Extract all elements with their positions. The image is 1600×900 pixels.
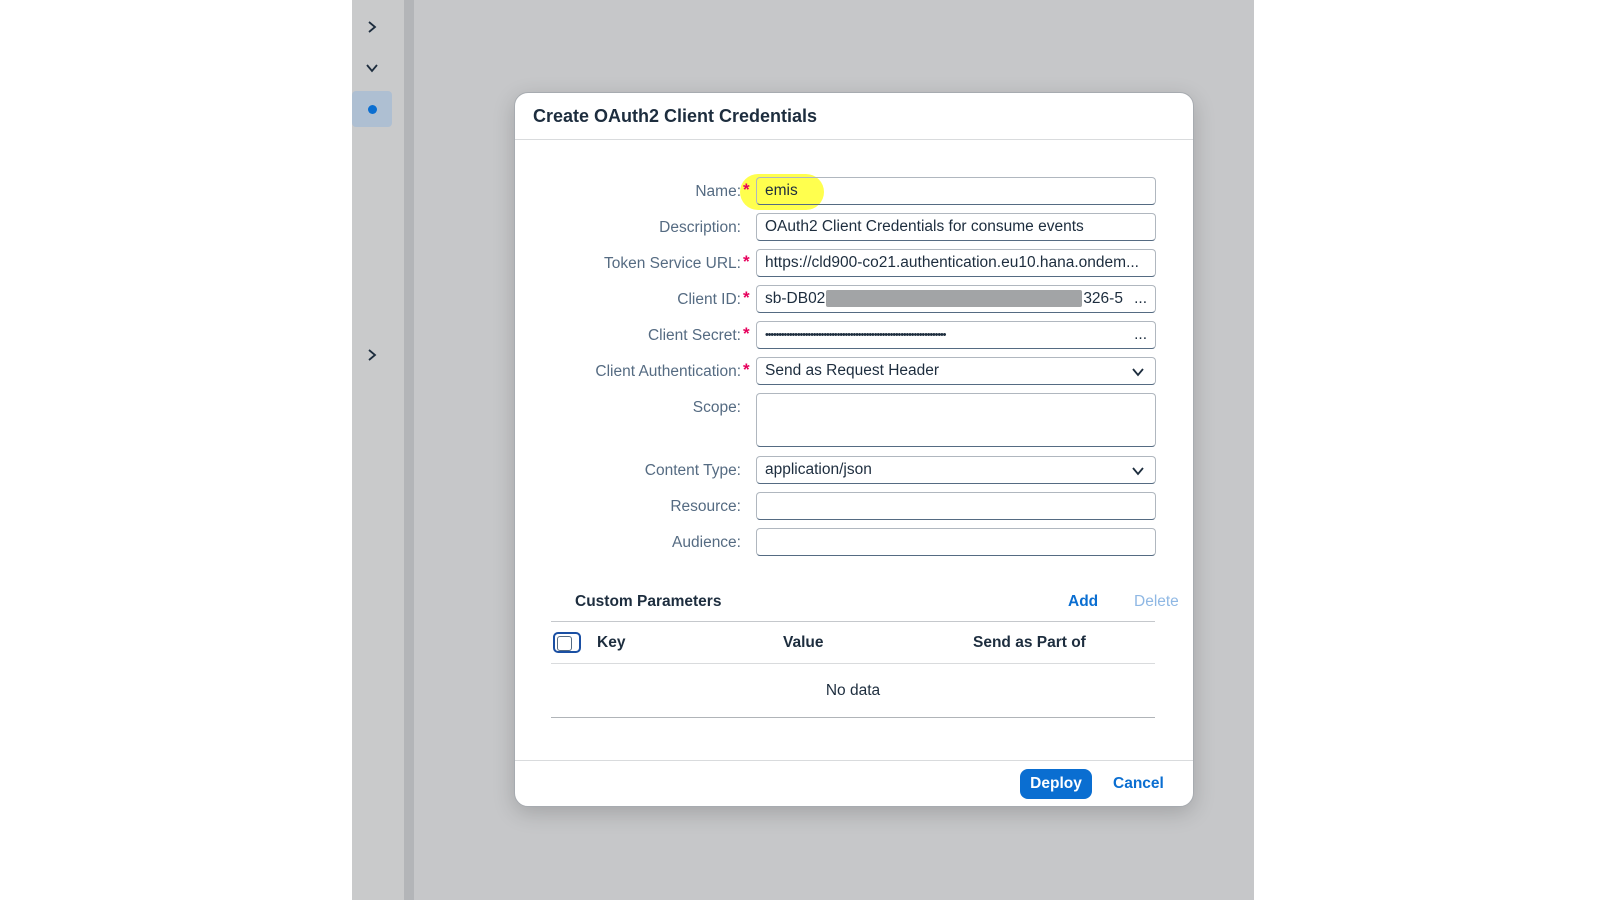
client-auth-select[interactable]: Send as Request Header xyxy=(756,357,1156,385)
resource-label: Resource: xyxy=(670,498,741,515)
dialog-header: Create OAuth2 Client Credentials xyxy=(515,93,1193,140)
audience-label: Audience: xyxy=(672,534,741,551)
required-marker: * xyxy=(743,252,750,271)
select-all-checkbox[interactable] xyxy=(553,632,581,653)
scope-textarea[interactable] xyxy=(756,393,1156,447)
client-secret-row: Client Secret: * •••••••••••••••••••••••… xyxy=(515,321,1193,351)
client-auth-row: Client Authentication: * Send as Request… xyxy=(515,357,1193,387)
token-url-label: Token Service URL: xyxy=(604,255,741,272)
required-marker: * xyxy=(743,180,750,199)
client-secret-input[interactable]: ••••••••••••••••••••••••••••••••••••••••… xyxy=(756,321,1156,349)
token-url-row: Token Service URL: * https://cld900-co21… xyxy=(515,249,1193,279)
dialog-footer: Deploy Cancel xyxy=(515,760,1193,806)
side-navigation-rail xyxy=(352,0,404,900)
audience-row: Audience: xyxy=(515,528,1193,558)
active-dot-icon xyxy=(367,104,377,114)
audience-input[interactable] xyxy=(756,528,1156,556)
delete-button[interactable]: Delete xyxy=(1134,593,1179,611)
client-auth-label: Client Authentication: xyxy=(595,363,741,380)
resource-input[interactable] xyxy=(756,492,1156,520)
client-id-value: sb-DB02 326-5 xyxy=(765,290,1134,308)
name-row: Name: * emis xyxy=(515,174,1193,210)
create-oauth2-dialog: Create OAuth2 Client Credentials Name: *… xyxy=(514,92,1194,807)
column-header-key[interactable]: Key xyxy=(597,634,625,652)
deploy-button[interactable]: Deploy xyxy=(1020,769,1092,799)
dialog-title: Create OAuth2 Client Credentials xyxy=(533,105,818,126)
add-button[interactable]: Add xyxy=(1068,593,1098,611)
token-url-value: https://cld900-co21.authentication.eu10.… xyxy=(765,254,1139,271)
description-input[interactable]: OAuth2 Client Credentials for consume ev… xyxy=(756,213,1156,241)
client-id-row: Client ID: * sb-DB02 326-5 ... xyxy=(515,285,1193,315)
chevron-down-icon[interactable] xyxy=(1131,464,1145,478)
required-marker: * xyxy=(743,324,750,343)
scope-label: Scope: xyxy=(692,399,741,416)
client-id-more: ... xyxy=(1134,290,1147,307)
custom-parameters-toolbar: Custom Parameters Add Delete xyxy=(551,585,1179,622)
content-type-value: application/json xyxy=(765,461,872,478)
collapse-chevron-down-icon[interactable] xyxy=(352,50,392,86)
resource-row: Resource: xyxy=(515,492,1193,522)
description-value: OAuth2 Client Credentials for consume ev… xyxy=(765,218,1084,235)
token-url-input[interactable]: https://cld900-co21.authentication.eu10.… xyxy=(756,249,1156,277)
rail-divider xyxy=(404,0,414,900)
content-type-select[interactable]: application/json xyxy=(756,456,1156,484)
client-secret-value: ••••••••••••••••••••••••••••••••••••••••… xyxy=(765,329,946,341)
table-header: Key Value Send as Part of xyxy=(551,623,1155,664)
cancel-button[interactable]: Cancel xyxy=(1113,769,1164,799)
client-auth-value: Send as Request Header xyxy=(765,362,940,379)
required-marker: * xyxy=(743,360,750,379)
name-input[interactable]: emis xyxy=(756,177,1156,205)
column-header-value[interactable]: Value xyxy=(783,634,824,652)
scope-row: Scope: xyxy=(515,393,1193,451)
empty-table-message: No data xyxy=(551,665,1155,718)
client-secret-label: Client Secret: xyxy=(647,327,741,344)
client-id-suffix: 326-5 xyxy=(1083,290,1123,307)
column-header-send-as-part-of[interactable]: Send as Part of xyxy=(973,634,1086,652)
client-secret-more: ... xyxy=(1134,326,1147,343)
selected-nav-item[interactable] xyxy=(352,91,392,127)
client-id-input[interactable]: sb-DB02 326-5 ... xyxy=(756,285,1156,313)
content-type-label: Content Type: xyxy=(644,462,741,479)
expand-chevron-right-icon[interactable] xyxy=(352,9,392,45)
description-row: Description: OAuth2 Client Credentials f… xyxy=(515,213,1193,243)
expand-chevron-right-icon[interactable] xyxy=(352,337,392,373)
name-value: emis xyxy=(765,182,798,199)
custom-parameters-title: Custom Parameters xyxy=(575,593,722,610)
chevron-down-icon[interactable] xyxy=(1131,365,1145,379)
required-marker: * xyxy=(743,288,750,307)
description-label: Description: xyxy=(659,219,741,236)
content-type-row: Content Type: application/json xyxy=(515,456,1193,486)
name-label: Name: xyxy=(695,183,741,200)
client-id-label: Client ID: xyxy=(677,291,741,308)
client-id-prefix: sb-DB02 xyxy=(765,290,826,307)
redaction-bar xyxy=(826,290,1083,308)
